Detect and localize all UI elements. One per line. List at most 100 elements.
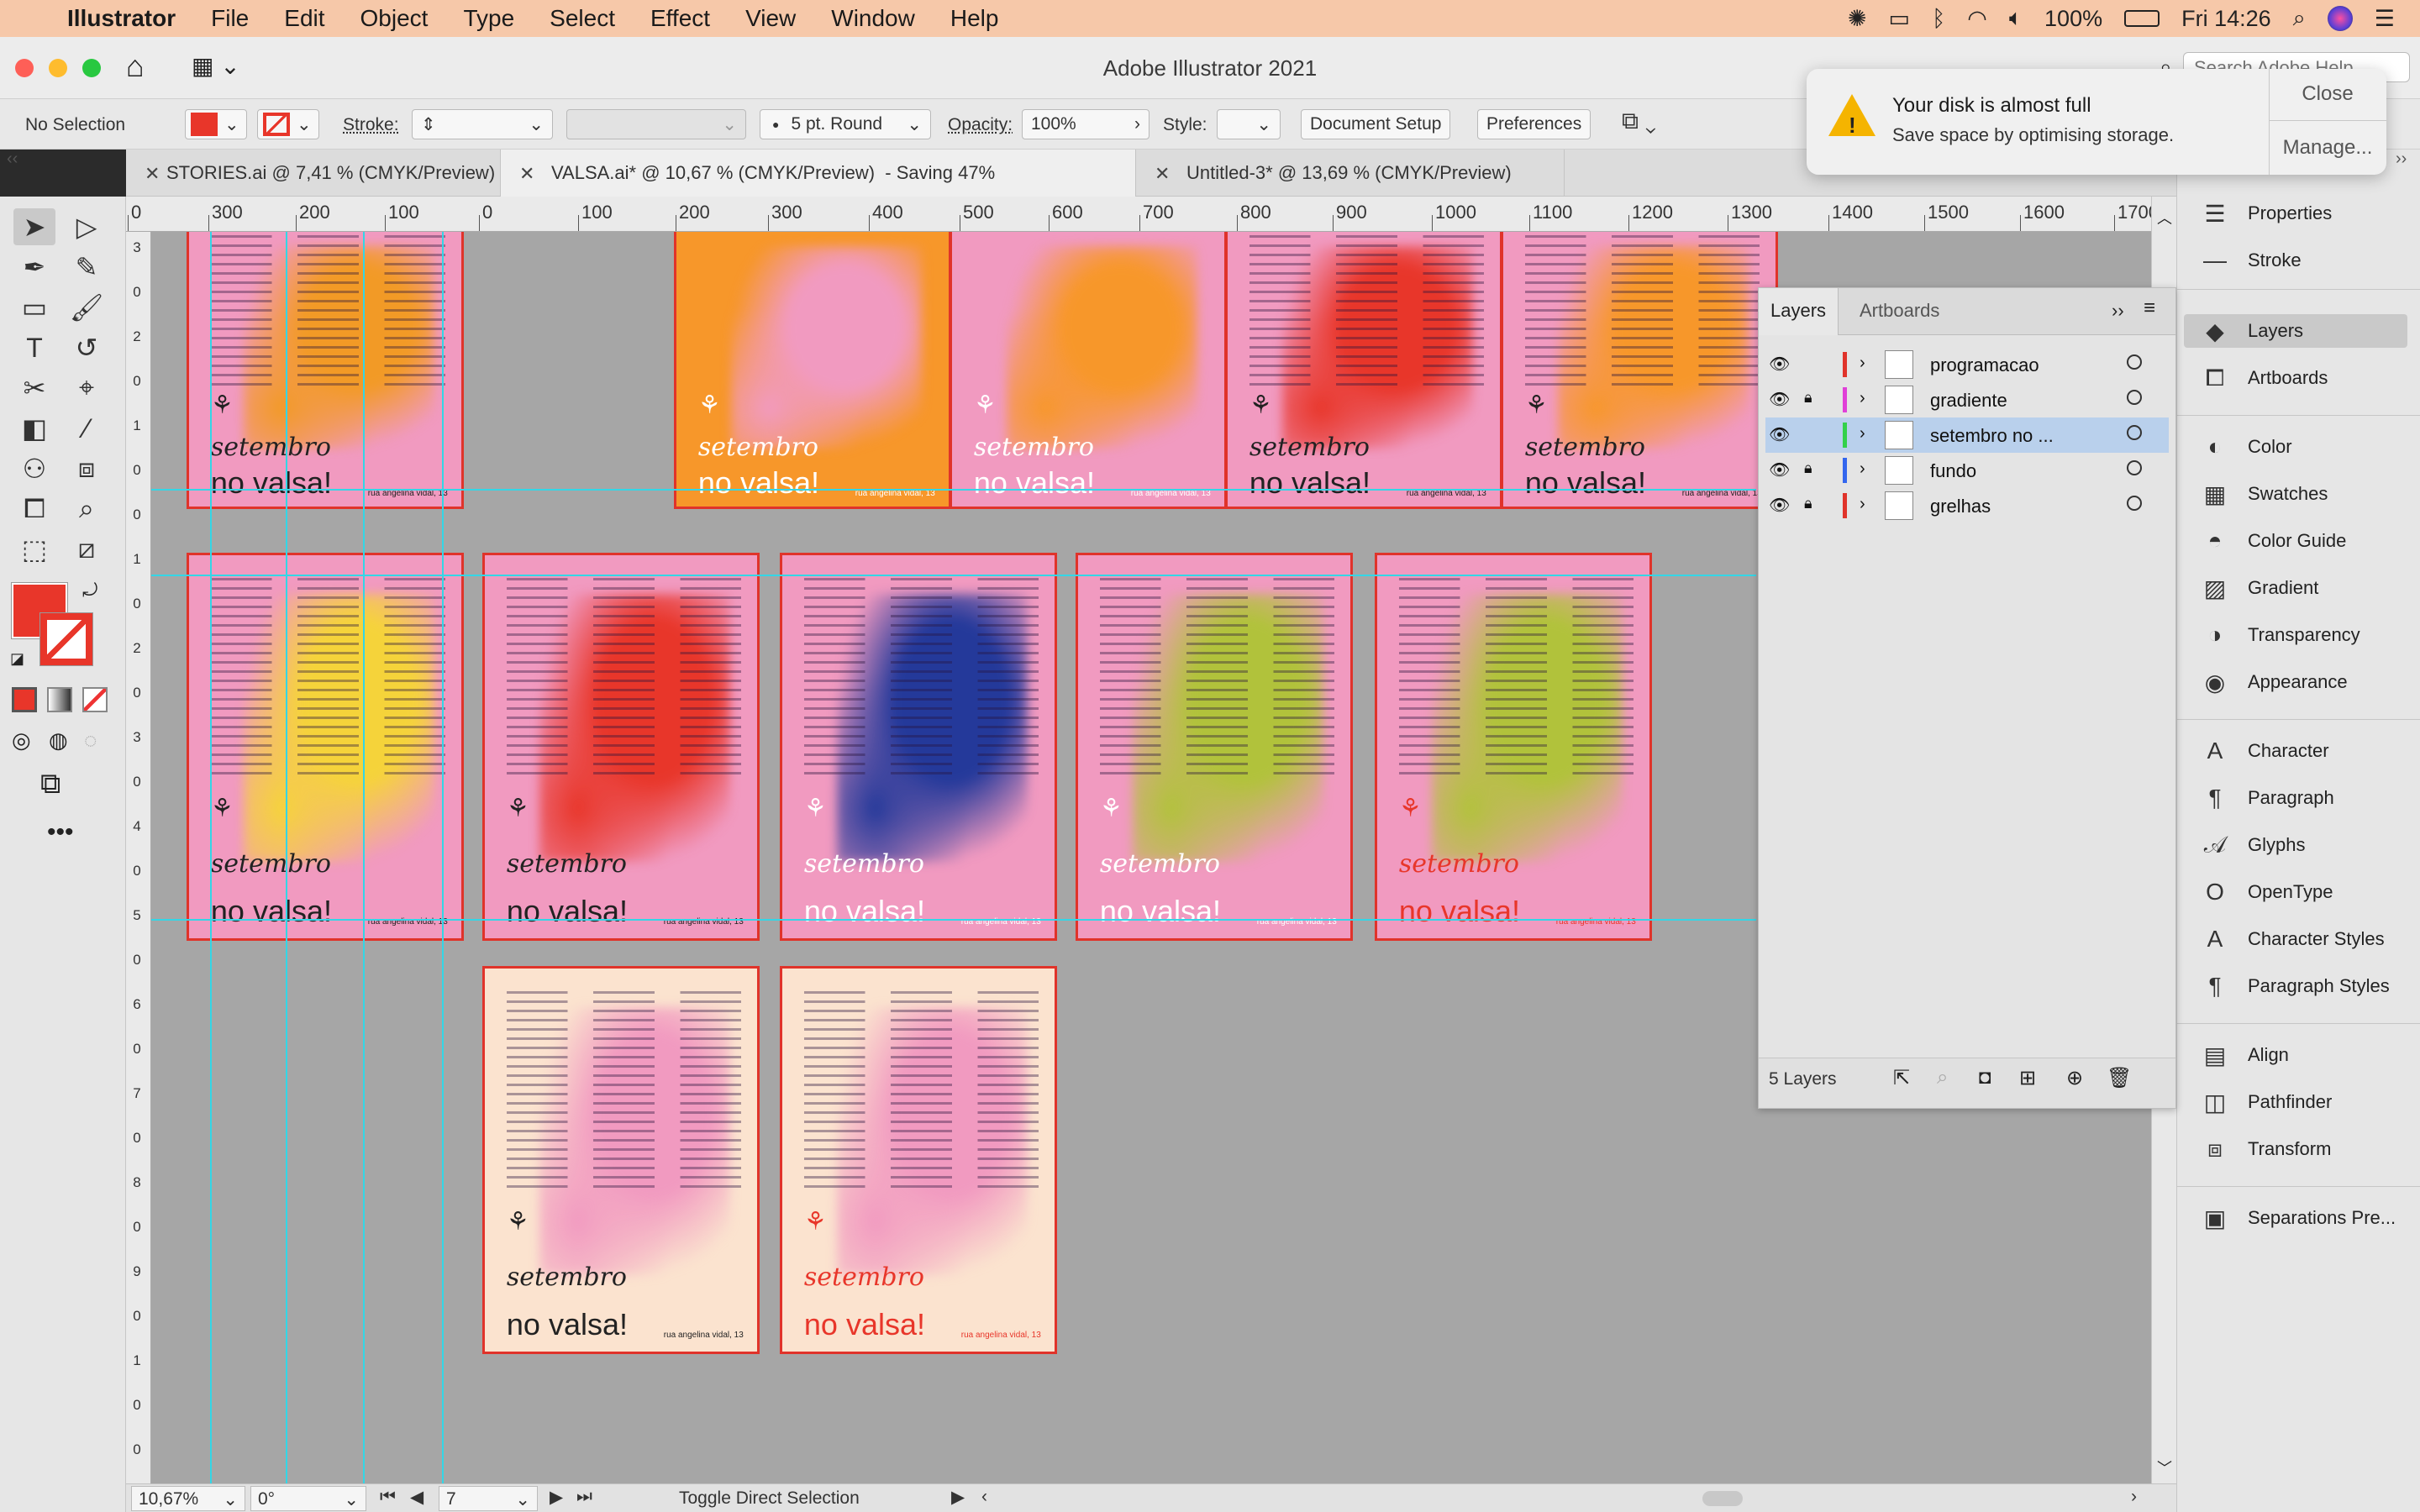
stroke-weight-field[interactable]: ⇕ ⌄ xyxy=(412,109,553,139)
visibility-eye-icon[interactable]: 👁︎ xyxy=(1769,459,1790,480)
collapse-dock-icon[interactable]: ›› xyxy=(2396,150,2407,169)
variable-width-dropdown[interactable]: ⌄ xyxy=(566,109,746,139)
gradient-tool-icon[interactable]: ◧ xyxy=(13,410,55,447)
scroll-up-icon[interactable]: ︿ xyxy=(2157,207,2172,228)
color-mode-button[interactable] xyxy=(12,687,37,712)
menu-help[interactable]: Help xyxy=(933,5,1017,32)
status-hint[interactable]: Toggle Direct Selection xyxy=(679,1488,860,1509)
panel-swatches[interactable]: ▦ Swatches xyxy=(2201,477,2328,511)
first-artboard-icon[interactable]: ⏮ xyxy=(380,1487,396,1507)
menu-app-name[interactable]: Illustrator xyxy=(50,5,193,32)
brush-dropdown[interactable]: ● 5 pt. Round ⌄ xyxy=(760,109,931,139)
lock-icon[interactable]: 🔒︎ xyxy=(1804,389,1812,407)
artboard[interactable]: ⚘ setembro no valsa! rua angelina vidal, 13 xyxy=(780,553,1057,941)
stroke-color-swatch[interactable]: ⌄ xyxy=(257,109,319,139)
layer-name[interactable]: programacao xyxy=(1930,354,2039,376)
target-circle-icon[interactable] xyxy=(2127,496,2142,511)
expand-panel-icon[interactable]: ›› xyxy=(2112,300,2124,322)
horizontal-scrollbar[interactable]: ‹ › xyxy=(980,1486,2156,1511)
panel-gradient[interactable]: ▨ Gradient xyxy=(2201,571,2319,605)
type-tool-icon[interactable]: T xyxy=(13,329,55,366)
visibility-eye-icon[interactable]: 👁︎ xyxy=(1769,495,1790,516)
shape-builder-tool-icon[interactable]: ⧈ xyxy=(66,450,108,487)
artboard[interactable]: ⚘ setembro no valsa! rua angelina vidal, 13 xyxy=(1076,553,1353,941)
expand-arrow-icon[interactable]: › xyxy=(1860,389,1865,408)
scroll-thumb[interactable] xyxy=(1702,1491,1743,1506)
preferences-button[interactable]: Preferences xyxy=(1477,109,1591,139)
paintbrush-tool-icon[interactable]: 🖌︎ xyxy=(66,289,108,326)
locate-object-icon[interactable]: ⌕ xyxy=(1937,1066,1948,1089)
expand-arrow-icon[interactable]: › xyxy=(1860,424,1865,444)
menu-window[interactable]: Window xyxy=(813,5,933,32)
zoom-dropdown[interactable]: 10,67% ⌄ xyxy=(131,1486,245,1511)
layer-name[interactable]: setembro no ... xyxy=(1930,425,2054,447)
vertical-ruler[interactable]: 3 0 2 0 1 0 0 1 0 2 0 3 0 4 0 5 0 6 0 7 0 8 0 9 0 1 0 0 xyxy=(126,232,151,1483)
lock-icon[interactable]: 🔒︎ xyxy=(1804,495,1812,512)
gradient-mode-button[interactable] xyxy=(47,687,72,712)
previous-artboard-icon[interactable]: ◀ xyxy=(410,1487,424,1508)
close-tab-icon[interactable]: ✕ xyxy=(519,163,534,185)
visibility-eye-icon[interactable]: 👁︎ xyxy=(1769,389,1790,410)
artboard[interactable]: ⚘ setembro no valsa! rua angelina vidal, 13 xyxy=(482,966,760,1354)
perspective-tool-icon[interactable]: ⧄ xyxy=(66,531,108,568)
close-tab-icon[interactable]: ✕ xyxy=(1155,163,1170,185)
artboard[interactable]: ⚘ setembro no valsa! rua angelina vidal, 13 xyxy=(1225,232,1502,509)
artboard[interactable]: ⚘ setembro no valsa! rua angelina vidal, 13 xyxy=(187,553,464,941)
rotation-dropdown[interactable]: 0° ⌄ xyxy=(250,1486,366,1511)
collapse-toolbar-icon[interactable]: ‹‹ xyxy=(7,150,18,169)
last-artboard-icon[interactable]: ⏭ xyxy=(576,1487,592,1507)
lock-icon[interactable]: 🔒︎ xyxy=(1804,459,1812,477)
airplay-icon[interactable]: ▭ xyxy=(1889,6,1911,32)
target-circle-icon[interactable] xyxy=(2127,425,2142,440)
artboard[interactable]: ⚘ setembro no valsa! rua angelina vidal, 13 xyxy=(1501,232,1778,509)
expand-arrow-icon[interactable]: › xyxy=(1860,459,1865,479)
selection-tool-icon[interactable]: ➤ xyxy=(13,208,55,245)
siri-icon[interactable] xyxy=(2327,6,2353,31)
fill-color-swatch[interactable]: ⌄ xyxy=(185,109,247,139)
export-icon[interactable]: ⇱ xyxy=(1893,1066,1910,1090)
bluetooth-icon[interactable]: ᛒ xyxy=(1932,6,1945,32)
target-circle-icon[interactable] xyxy=(2127,354,2142,370)
live-paint-tool-icon[interactable]: ⬚ xyxy=(13,531,55,568)
tab-artboards[interactable]: Artboards xyxy=(1860,300,1939,322)
direct-selection-tool-icon[interactable]: ▷ xyxy=(66,208,108,245)
clock[interactable]: Fri 14:26 xyxy=(2181,6,2271,32)
tab-valsa[interactable]: ✕ VALSA.ai* @ 10,67 % (CMYK/Preview) - Sa… xyxy=(501,150,1136,197)
control-center-icon[interactable]: ☰ xyxy=(2375,6,2395,32)
artboard[interactable]: ⚘ setembro no valsa! rua angelina vidal, 13 xyxy=(674,232,951,509)
panel-layers[interactable]: ◆ Layers xyxy=(2184,314,2407,348)
artboard[interactable]: ⚘ setembro no valsa! rua angelina vidal, 13 xyxy=(950,232,1227,509)
expand-arrow-icon[interactable]: › xyxy=(1860,354,1865,373)
arrange-documents-icon[interactable]: ⧉ ⌄ xyxy=(1622,108,1656,135)
layer-row[interactable]: 👁︎ › programacao xyxy=(1765,347,2169,382)
blend-tool-icon[interactable]: ⚇ xyxy=(13,450,55,487)
panel-paragraph-styles[interactable]: ¶ Paragraph Styles xyxy=(2201,969,2389,1003)
graphic-style-dropdown[interactable]: ⌄ xyxy=(1217,109,1281,139)
panel-artboards[interactable]: ⧠ Artboards xyxy=(2201,361,2328,395)
clipping-mask-icon[interactable]: ◘ xyxy=(1979,1066,1991,1089)
panel-color-guide[interactable]: ◓ Color Guide xyxy=(2201,524,2347,558)
target-circle-icon[interactable] xyxy=(2127,390,2142,405)
artboard[interactable]: ⚘ setembro no valsa! rua angelina vidal, 13 xyxy=(1375,553,1652,941)
panel-align[interactable]: ▤ Align xyxy=(2201,1038,2289,1072)
wifi-icon[interactable]: ◠ xyxy=(1967,6,1987,32)
layer-row[interactable]: 👁︎ 🔒︎ › gradiente xyxy=(1765,382,2169,417)
target-circle-icon[interactable] xyxy=(2127,460,2142,475)
panel-transform[interactable]: ⧈ Transform xyxy=(2201,1132,2331,1166)
panel-transparency[interactable]: ◑ Transparency xyxy=(2201,618,2360,652)
eyedropper-tool-icon[interactable]: ⁄ xyxy=(66,410,108,447)
zoom-tool-icon[interactable]: ⌕ xyxy=(66,491,108,528)
creative-cloud-icon[interactable]: ✺ xyxy=(1848,6,1867,32)
new-layer-icon[interactable]: ⊕ xyxy=(2066,1066,2083,1090)
visibility-eye-icon[interactable]: 👁︎ xyxy=(1769,424,1790,445)
panel-separations-pre[interactable]: ▣ Separations Pre... xyxy=(2201,1201,2396,1235)
tab-layers[interactable]: Layers xyxy=(1759,288,1839,335)
pen-tool-icon[interactable]: ✒ xyxy=(13,249,55,286)
status-menu-icon[interactable]: ▶ xyxy=(951,1487,965,1508)
opacity-field[interactable]: 100% › xyxy=(1022,109,1150,139)
layer-name[interactable]: gradiente xyxy=(1930,390,2007,412)
panel-paragraph[interactable]: ¶ Paragraph xyxy=(2201,781,2333,815)
panel-opentype[interactable]: O OpenType xyxy=(2201,875,2333,909)
stroke-swatch[interactable] xyxy=(39,612,93,666)
artboard-number-field[interactable]: 7 ⌄ xyxy=(439,1486,538,1511)
